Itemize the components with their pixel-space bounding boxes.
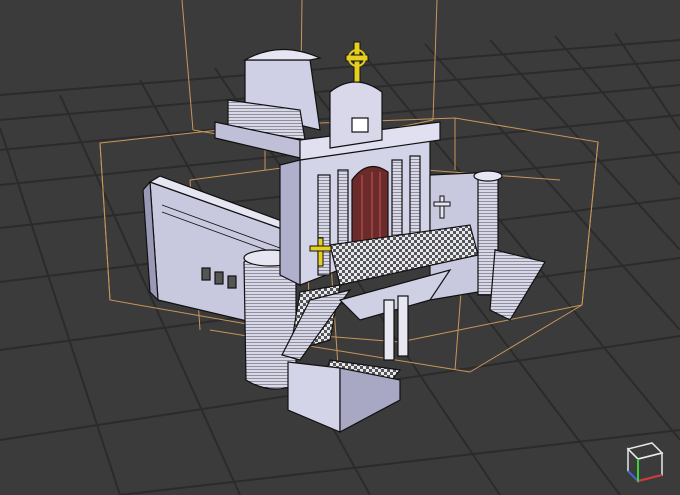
window [201,267,211,281]
view-cube-icon [626,442,664,483]
x-axis-icon [637,474,663,482]
view-cube-gizmo[interactable] [616,433,668,485]
window [214,271,224,285]
3d-viewport[interactable] [0,0,680,495]
column [409,155,421,245]
window [227,275,237,289]
z-axis-icon [627,470,639,482]
